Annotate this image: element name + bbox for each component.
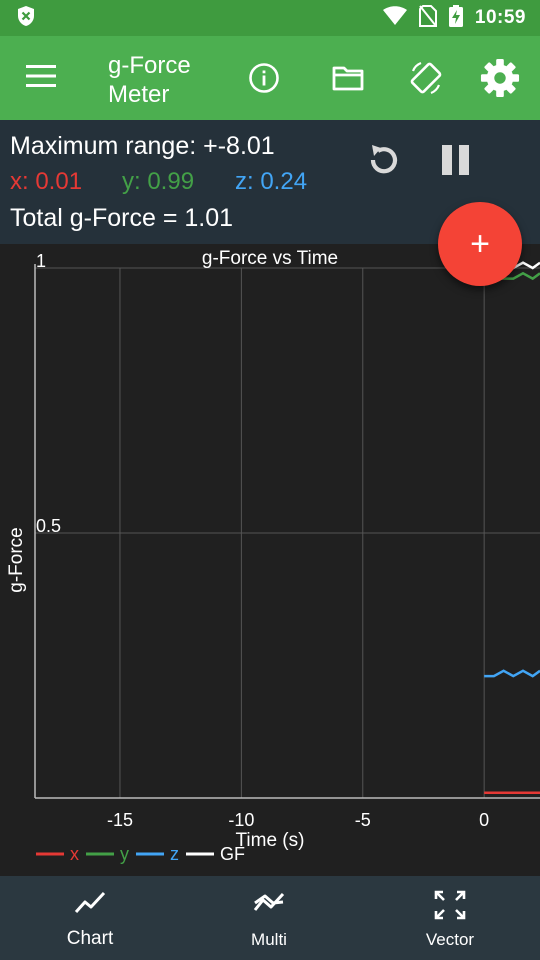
- legend-label-x: x: [70, 844, 79, 864]
- chart-area: -15 -10 -5 0 1 0.5 g-Force vs Time Time (s) g-Fo…: [0, 244, 540, 876]
- y-value: y: 0.99: [122, 168, 195, 195]
- pause-icon[interactable]: [432, 136, 480, 184]
- app-title: g-Force Meter: [108, 51, 228, 109]
- info-icon[interactable]: [244, 58, 284, 98]
- z-value: z: 0.24: [235, 168, 308, 195]
- nav-multi-label: Multi: [251, 930, 287, 949]
- no-sim-icon: [418, 4, 437, 32]
- reset-icon[interactable]: [360, 136, 408, 184]
- x-tick-label-1: -10: [228, 810, 254, 830]
- settings-gear-icon[interactable]: [480, 58, 520, 98]
- maximum-range-text: Maximum range: +-8.01: [10, 132, 275, 160]
- app-title-line-2: Meter: [108, 81, 170, 108]
- g-force-chart: -15 -10 -5 0 1 0.5 g-Force vs Time Time (s) g-Fo…: [6, 248, 540, 864]
- x-value: x: 0.01: [10, 168, 83, 195]
- status-bar: 10:59: [0, 0, 540, 36]
- nav-chart-label: Chart: [66, 928, 114, 949]
- wifi-icon: [382, 5, 407, 31]
- chart-icon: [74, 891, 106, 914]
- clock: 10:59: [474, 7, 526, 28]
- y-axis-label: g-Force: [6, 527, 27, 592]
- bottom-navigation: Chart Multi Vector: [0, 876, 540, 960]
- y-tick-label-0: 1: [36, 251, 46, 271]
- legend-label-gf: GF: [220, 844, 245, 864]
- y-tick-label-1: 0.5: [36, 516, 61, 536]
- folder-icon[interactable]: [328, 58, 368, 98]
- app-bar: g-Force Meter: [0, 36, 540, 120]
- series-line-z: [484, 669, 540, 678]
- nav-vector[interactable]: Vector: [390, 876, 510, 960]
- battery-charging-icon: [448, 4, 463, 32]
- vector-icon: [434, 890, 466, 920]
- legend-label-y: y: [120, 844, 129, 864]
- nav-chart[interactable]: Chart: [30, 876, 150, 960]
- multi-icon: [253, 892, 285, 911]
- legend-label-z: z: [170, 844, 179, 864]
- nav-vector-label: Vector: [425, 930, 475, 949]
- chart-title: g-Force vs Time: [202, 248, 338, 269]
- x-axis-label: Time (s): [236, 830, 305, 851]
- x-tick-label-0: -15: [107, 810, 133, 830]
- total-g-force-text: Total g-Force = 1.01: [10, 204, 234, 232]
- x-tick-label-2: -5: [355, 810, 371, 830]
- add-fab-button[interactable]: +: [438, 202, 522, 286]
- screen-rotation-icon[interactable]: [406, 58, 446, 98]
- x-tick-label-3: 0: [479, 810, 489, 830]
- app-title-line-1: g-Force: [108, 52, 191, 79]
- shield-icon: [16, 5, 36, 32]
- menu-icon[interactable]: [26, 64, 56, 88]
- nav-multi[interactable]: Multi: [209, 876, 329, 960]
